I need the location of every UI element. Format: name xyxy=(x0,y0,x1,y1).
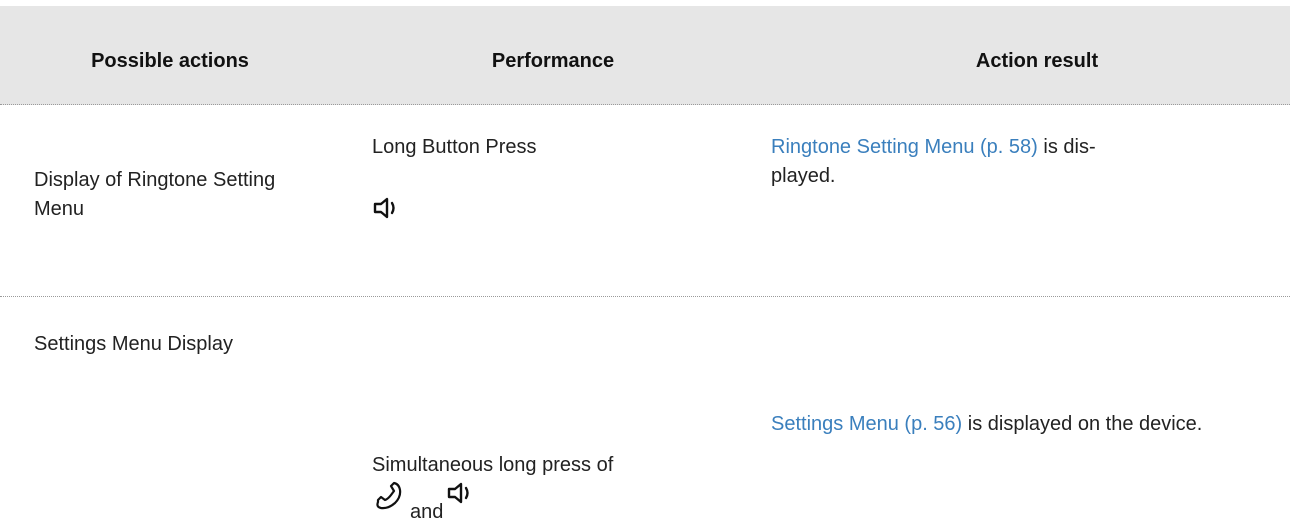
row1-performance: Long Button Press xyxy=(372,136,537,158)
row1-result: Ringtone Setting Menu (p. 58) is dis- pl… xyxy=(771,133,1231,191)
speaker-icon xyxy=(372,195,400,226)
row1-action: Display of Ringtone Setting Menu xyxy=(34,169,276,220)
header-performance: Performance xyxy=(491,50,615,72)
header-possible-actions: Possible actions xyxy=(91,50,249,72)
and-connector: and xyxy=(410,501,444,523)
actions-table: Possible actions Performance Action resu… xyxy=(0,0,1290,526)
speaker-icon xyxy=(446,480,474,511)
row2-performance: Simultaneous long press of xyxy=(372,454,614,476)
handset-icon xyxy=(372,478,404,517)
row2-result-text: is displayed on the device. xyxy=(962,413,1203,435)
row-divider xyxy=(0,296,1290,297)
ringtone-setting-menu-link[interactable]: Ringtone Setting Menu (p. 58) xyxy=(771,136,1038,158)
row2-result: Settings Menu (p. 56) is displayed on th… xyxy=(771,410,1251,439)
row2-action: Settings Menu Display xyxy=(34,333,233,355)
table-header: Possible actions Performance Action resu… xyxy=(0,6,1290,105)
header-action-result: Action result xyxy=(975,50,1099,72)
settings-menu-link[interactable]: Settings Menu (p. 56) xyxy=(771,413,962,435)
